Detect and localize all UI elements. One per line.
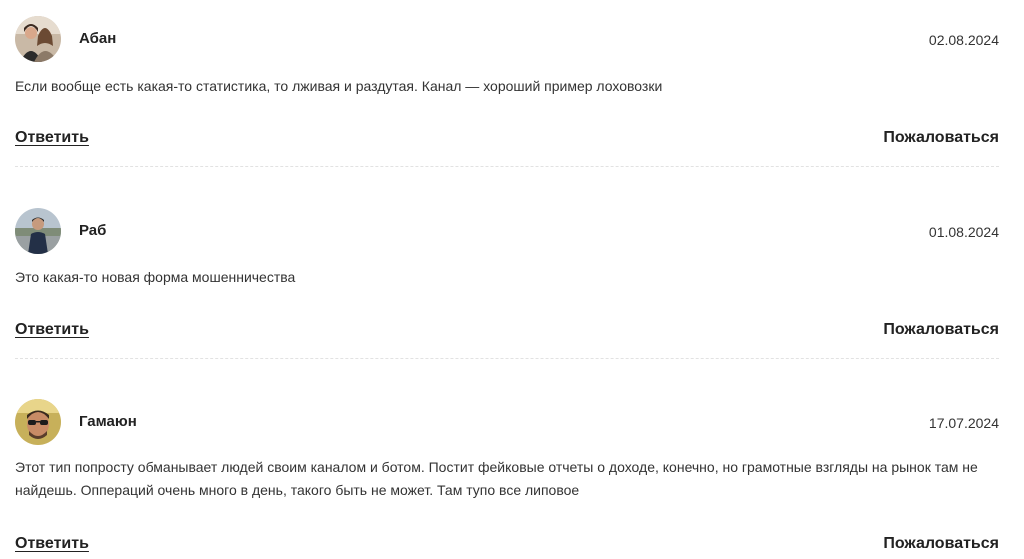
comment-text: Это какая-то новая форма мошенничества (15, 269, 296, 285)
comment-header: Гамаюн 17.07.2024 (15, 399, 999, 445)
avatar (15, 399, 61, 445)
comment-author: Раб (79, 222, 107, 239)
comment-author: Гамаюн (79, 413, 137, 430)
avatar (15, 208, 61, 254)
report-button[interactable]: Пожаловаться (883, 128, 999, 148)
comment-text: Если вообще есть какая-то статистика, то… (15, 78, 663, 94)
comment-header: Абан 02.08.2024 (15, 16, 999, 62)
reply-button[interactable]: Ответить (15, 128, 89, 148)
report-button[interactable]: Пожаловаться (883, 320, 999, 340)
comment-date: 17.07.2024 (928, 415, 999, 431)
comment-text: Этот тип попросту обманывает людей своим… (15, 459, 978, 498)
comment-item: Раб 01.08.2024 Это какая-то новая форма … (15, 208, 999, 368)
reply-button[interactable]: Ответить (15, 320, 89, 340)
comment-item: Абан 02.08.2024 Если вообще есть какая-т… (15, 16, 999, 176)
divider (15, 358, 999, 359)
comment-header: Раб 01.08.2024 (15, 208, 999, 254)
reply-button[interactable]: Ответить (15, 534, 89, 554)
comment-date: 02.08.2024 (928, 32, 999, 48)
comment-author: Абан (79, 30, 117, 47)
comment-date: 01.08.2024 (928, 224, 999, 240)
report-button[interactable]: Пожаловаться (883, 534, 999, 554)
avatar (15, 16, 61, 62)
comment-item: Гамаюн 17.07.2024 Этот тип попросту обма… (15, 399, 999, 559)
divider (15, 166, 999, 167)
